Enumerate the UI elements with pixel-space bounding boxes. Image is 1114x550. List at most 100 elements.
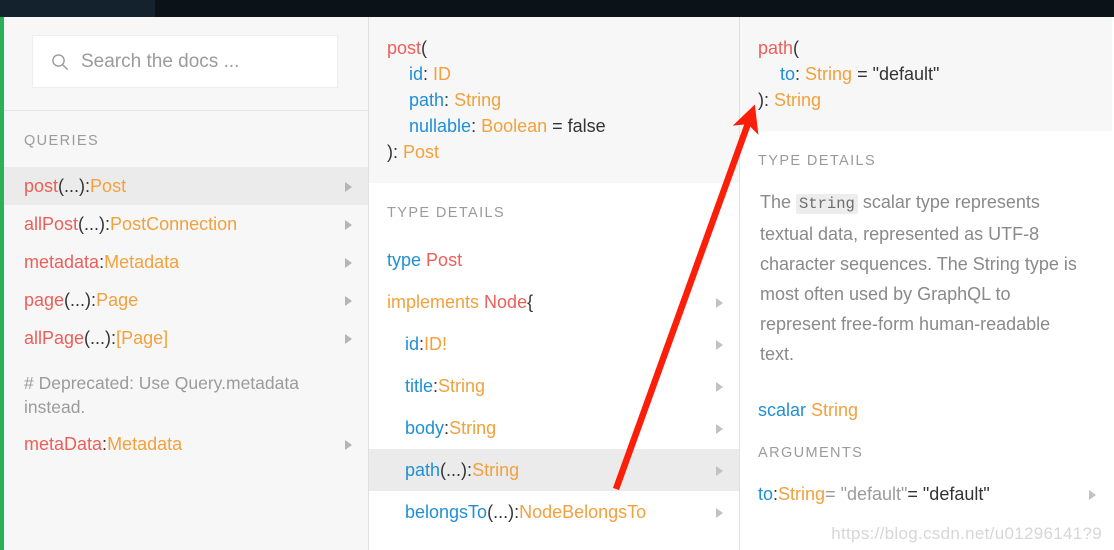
field-name: body: [405, 418, 445, 438]
argument-row-to[interactable]: to: String = "default" = "default": [740, 473, 1112, 515]
type-signature-block: path( to: String = "default" ): String: [740, 17, 1112, 131]
type-field-body[interactable]: body: String: [369, 407, 739, 449]
chevron-right-icon[interactable]: [345, 334, 352, 344]
chevron-right-icon[interactable]: [345, 220, 352, 230]
type-details-title: TYPE DETAILS: [758, 153, 877, 169]
doc-item-name: allPost: [24, 214, 79, 234]
chevron-right-icon[interactable]: [345, 258, 352, 268]
argument-type: String: [778, 484, 826, 504]
type-keyword: type: [387, 250, 422, 270]
chevron-right-icon[interactable]: [345, 182, 352, 192]
implements-interface: Node: [484, 292, 528, 312]
signature-arg-sep: :: [423, 64, 434, 84]
field-type: String: [438, 376, 486, 396]
signature-arg-name: id: [409, 64, 424, 84]
doc-item-type: Metadata: [104, 252, 180, 272]
argument-name: to: [758, 484, 774, 504]
scalar-keyword: scalar: [758, 400, 807, 420]
doc-item-args: (...): [84, 328, 112, 348]
doc-item-type: Metadata: [107, 434, 183, 454]
doc-item-name: metaData: [24, 434, 103, 454]
description-text-2: scalar type represents textual data, rep…: [760, 192, 1077, 364]
field-name: id: [405, 334, 420, 354]
type-description: The String scalar type represents textua…: [740, 187, 1112, 369]
doc-item-type: PostConnection: [110, 214, 238, 234]
doc-item-args: (...): [58, 176, 86, 196]
graphql-docs-explorer: QUERIES post(...): Post allPost(...): Po…: [0, 0, 1114, 550]
field-name: title: [405, 376, 434, 396]
description-code: String: [796, 194, 858, 214]
signature-arg-name: nullable: [409, 116, 472, 136]
chevron-right-icon[interactable]: [1089, 490, 1096, 500]
field-name: path: [405, 460, 441, 480]
field-signature-block: post( id: ID path: String nullable: Bool…: [369, 17, 739, 183]
search-box[interactable]: [32, 35, 338, 88]
chevron-right-icon[interactable]: [345, 440, 352, 450]
field-type-details-title: TYPE DETAILS: [387, 205, 506, 221]
search-input[interactable]: [81, 46, 337, 77]
doc-item-allpage[interactable]: allPage (...): [Page]: [4, 319, 368, 357]
argument-default-2: = "default": [907, 484, 990, 504]
signature-arg-type: String: [454, 90, 502, 110]
doc-item-type: Page: [96, 290, 139, 310]
doc-item-allpost[interactable]: allPost (...): PostConnection: [4, 205, 368, 243]
type-field-title[interactable]: title: String: [369, 365, 739, 407]
doc-item-name: metadata: [24, 252, 100, 272]
doc-item-name: page: [24, 290, 65, 310]
type-field-id[interactable]: id: ID!: [369, 323, 739, 365]
signature-close: ):: [387, 142, 403, 162]
doc-item-args: (...): [64, 290, 92, 310]
signature-arg-default: = "default": [852, 64, 940, 84]
signature-return-type: Post: [403, 142, 440, 162]
search-area: [4, 17, 368, 110]
signature-arg-default: = false: [547, 116, 606, 136]
doc-item-page[interactable]: page (...): Page: [4, 281, 368, 319]
signature-arg-name: to: [780, 64, 796, 84]
field-args: (...): [440, 460, 468, 480]
signature-field-name: post: [387, 38, 422, 58]
doc-item-type: Post: [90, 176, 127, 196]
field-type: NodeBelongsTo: [519, 502, 647, 522]
doc-item-post[interactable]: post (...): Post: [4, 167, 368, 205]
docs-sidebar-column: QUERIES post(...): Post allPost(...): Po…: [4, 17, 369, 550]
field-name: belongsTo: [405, 502, 488, 522]
chevron-right-icon[interactable]: [716, 466, 723, 476]
scalar-declaration-row: scalar String: [740, 369, 1112, 431]
doc-item-metadata[interactable]: metadata: Metadata: [4, 243, 368, 281]
chevron-right-icon[interactable]: [716, 340, 723, 350]
signature-close: ):: [758, 90, 774, 110]
doc-item-args: (...): [78, 214, 106, 234]
implements-keyword: implements: [387, 292, 480, 312]
type-name: Post: [426, 250, 463, 270]
type-field-belongsto[interactable]: belongsTo (...): NodeBelongsTo: [369, 491, 739, 533]
signature-return-type: String: [774, 90, 822, 110]
signature-arg-type: ID: [433, 64, 452, 84]
chevron-right-icon[interactable]: [345, 296, 352, 306]
docs-columns: QUERIES post(...): Post allPost(...): Po…: [4, 17, 1114, 550]
signature-arg-type: String: [805, 64, 853, 84]
deprecation-comment: # Deprecated: Use Query.metadata instead…: [24, 373, 299, 417]
type-field-path[interactable]: path (...): String: [369, 449, 739, 491]
chevron-right-icon[interactable]: [716, 424, 723, 434]
arguments-title: ARGUMENTS: [758, 445, 864, 461]
signature-field-name: path: [758, 38, 794, 58]
window-topbar: [0, 0, 1114, 17]
chevron-right-icon[interactable]: [716, 508, 723, 518]
description-text-1: The: [760, 192, 797, 212]
field-detail-column: post( id: ID path: String nullable: Bool…: [369, 17, 740, 550]
scalar-name: String: [811, 400, 859, 420]
field-type: String: [472, 460, 520, 480]
signature-arg-sep: :: [444, 90, 455, 110]
chevron-right-icon[interactable]: [716, 382, 723, 392]
type-detail-column: path( to: String = "default" ): String T…: [740, 17, 1112, 550]
field-args: (...): [487, 502, 515, 522]
chevron-right-icon[interactable]: [716, 298, 723, 308]
signature-open-paren: (: [793, 38, 800, 58]
doc-item-metadata-deprecated[interactable]: metaData: Metadata: [4, 425, 368, 463]
signature-arg-name: path: [409, 90, 445, 110]
topbar-left-segment: [0, 0, 155, 17]
queries-section-title: QUERIES: [24, 133, 100, 149]
implements-row[interactable]: implements Node {: [369, 281, 739, 323]
field-type: ID!: [424, 334, 448, 354]
signature-arg-type: Boolean: [481, 116, 548, 136]
